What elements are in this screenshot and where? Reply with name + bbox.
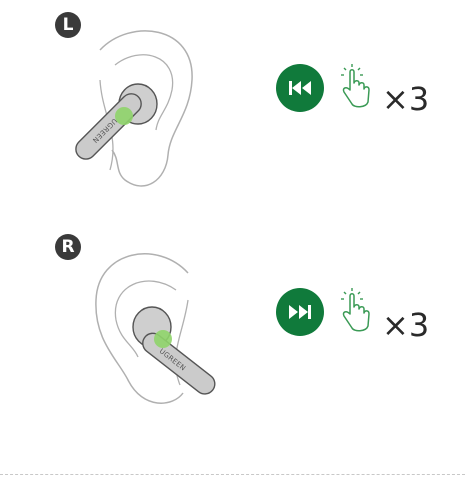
left-ear-earbud-illustration: UGREEN (75, 30, 193, 187)
next-track-button[interactable] (276, 288, 324, 336)
tap-count-label: ×3 (382, 80, 430, 118)
right-side-badge: R (55, 234, 81, 260)
tap-count-label: ×3 (382, 306, 430, 344)
touch-area-indicator (115, 107, 133, 125)
touch-area-indicator (154, 330, 172, 348)
tap-hand-icon (341, 288, 370, 332)
previous-track-icon (289, 81, 311, 95)
next-track-icon (289, 305, 311, 319)
tap-hand-icon (341, 64, 370, 108)
right-ear-earbud-illustration: UGREEN (95, 253, 216, 404)
right-earbud-section: R UGREEN ×3 (0, 230, 465, 460)
left-earbud-section: L UGREEN ×3 (0, 0, 465, 230)
previous-track-button[interactable] (276, 64, 324, 112)
dashed-divider (0, 474, 465, 475)
